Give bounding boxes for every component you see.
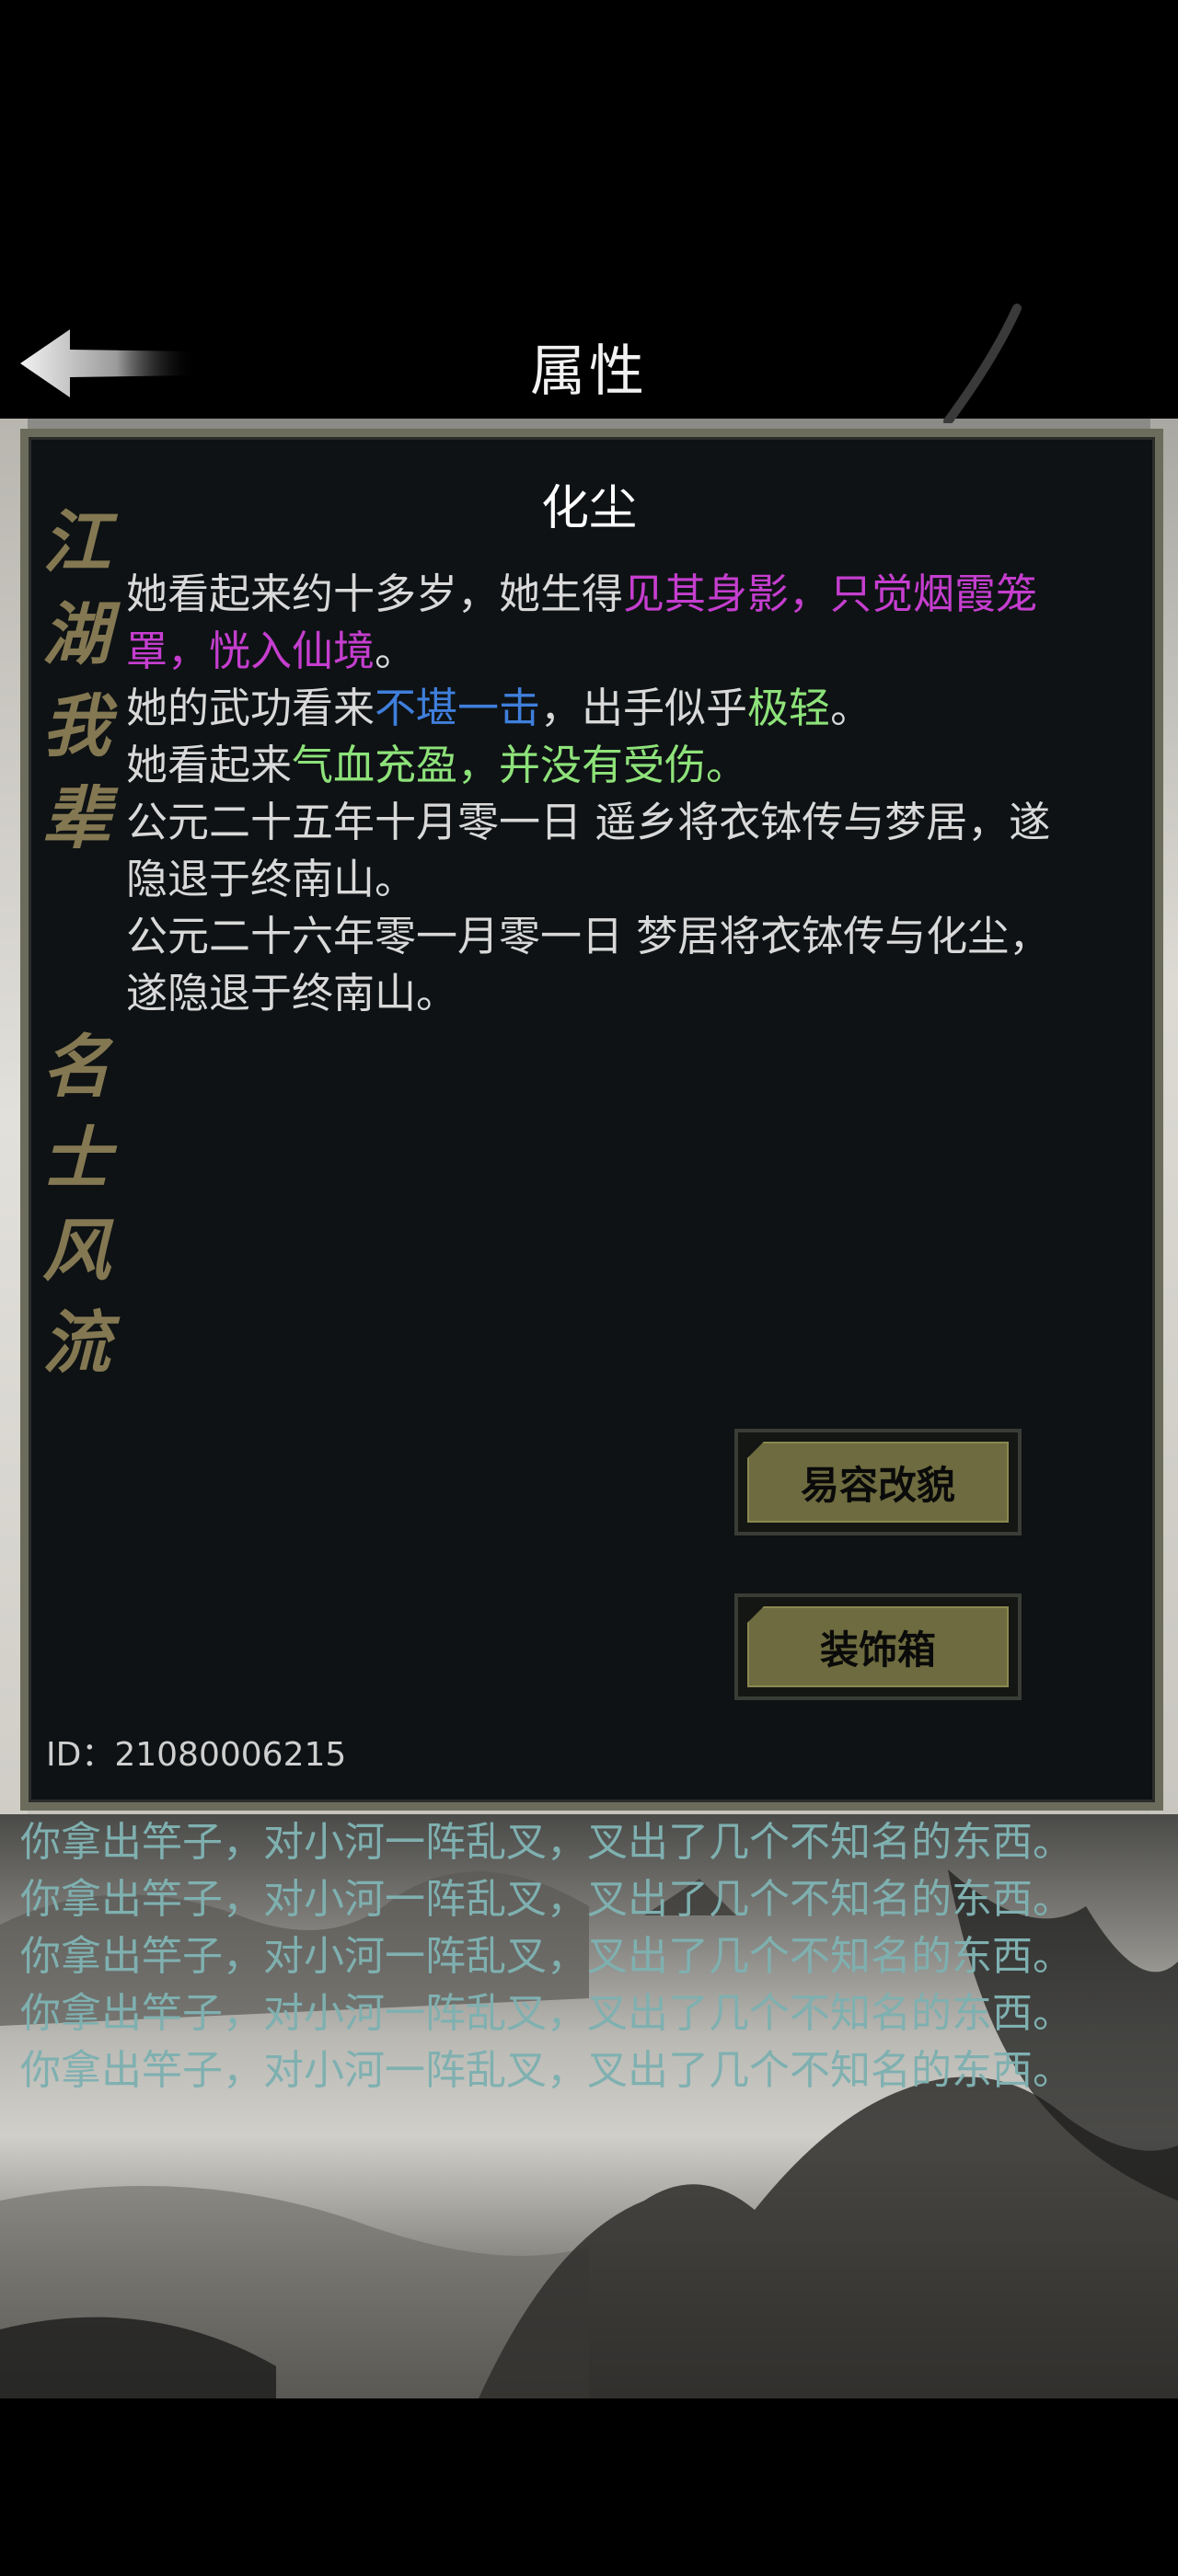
page-title: 属性	[530, 339, 648, 404]
calligraphy-bottom: 名 士 风 流	[35, 1021, 118, 1389]
disguise-button[interactable]: 易容改貌	[734, 1429, 1022, 1535]
calligraphy-char: 流	[42, 1304, 110, 1383]
bio-text: 。	[830, 684, 872, 732]
disguise-button-label: 易容改貌	[747, 1442, 1009, 1523]
lineage-history-1: 公元二十五年十月零一日 遥乡将衣钵传与梦居，遂隐退于终南山。	[126, 798, 1051, 903]
calligraphy-char: 辈	[42, 779, 110, 858]
lineage-history-2: 公元二十六年零一月零一日 梦居将衣钵传与化尘，遂隐退于终南山。	[126, 912, 1051, 1018]
health-line: 她看起来气血充盈，并没有受伤。	[126, 737, 1056, 794]
bio-text: 她看起来	[126, 741, 293, 789]
calligraphy-char: 风	[42, 1212, 110, 1291]
log-entry: 你拿出竿子，对小河一阵乱叉，叉出了几个不知名的东西。	[20, 1819, 1073, 1866]
calligraphy-char: 士	[42, 1120, 110, 1199]
log-lines: 你拿出竿子，对小河一阵乱叉，叉出了几个不知名的东西。 你拿出竿子，对小河一阵乱叉…	[20, 1814, 1161, 2099]
log-entry: 你拿出竿子，对小河一阵乱叉，叉出了几个不知名的东西。	[20, 1990, 1073, 2037]
bio-text: 她看起来约十多岁，她生得	[126, 569, 624, 618]
log-entry: 你拿出竿子，对小河一阵乱叉，叉出了几个不知名的东西。	[20, 1933, 1073, 1980]
wardrobe-button[interactable]: 装饰箱	[734, 1593, 1022, 1700]
bio-text: 。	[375, 627, 417, 675]
strike-power-highlight: 极轻	[747, 684, 831, 732]
log-entry: 你拿出竿子，对小河一阵乱叉，叉出了几个不知名的东西。	[20, 1876, 1073, 1923]
calligraphy-char: 湖	[42, 595, 110, 674]
calligraphy-char: 我	[42, 687, 110, 766]
health-highlight: 气血充盈，并没有受伤。	[292, 741, 748, 789]
character-name: 化尘	[540, 481, 637, 536]
appearance-line: 她看起来约十多岁，她生得见其身影，只觉烟霞笼罩，恍入仙境。	[126, 566, 1056, 680]
character-description: 她看起来约十多岁，她生得见其身影，只觉烟霞笼罩，恍入仙境。 她的武功看来不堪一击…	[126, 566, 1056, 1022]
martial-level-highlight: 不堪一击	[375, 684, 541, 732]
calligraphy-char: 名	[42, 1028, 110, 1107]
martial-line: 她的武功看来不堪一击，出手似乎极轻。	[126, 680, 1056, 737]
player-id: ID：21080006215	[46, 1736, 347, 1774]
wardrobe-button-label: 装饰箱	[747, 1606, 1009, 1687]
bio-text: ，出手似乎	[540, 684, 748, 732]
calligraphy-top: 江 湖 我 辈	[35, 497, 118, 865]
log-entry: 你拿出竿子，对小河一阵乱叉，叉出了几个不知名的东西。	[20, 2047, 1073, 2094]
message-log[interactable]: 你拿出竿子，对小河一阵乱叉，叉出了几个不知名的东西。 你拿出竿子，对小河一阵乱叉…	[0, 1814, 1178, 2398]
bio-text: 她的武功看来	[126, 684, 375, 732]
game-screen: 属性 江 湖 我 辈 名 士 风 流 化尘 她看起来约十多岁，她生得见其身影，只…	[0, 0, 1178, 2576]
